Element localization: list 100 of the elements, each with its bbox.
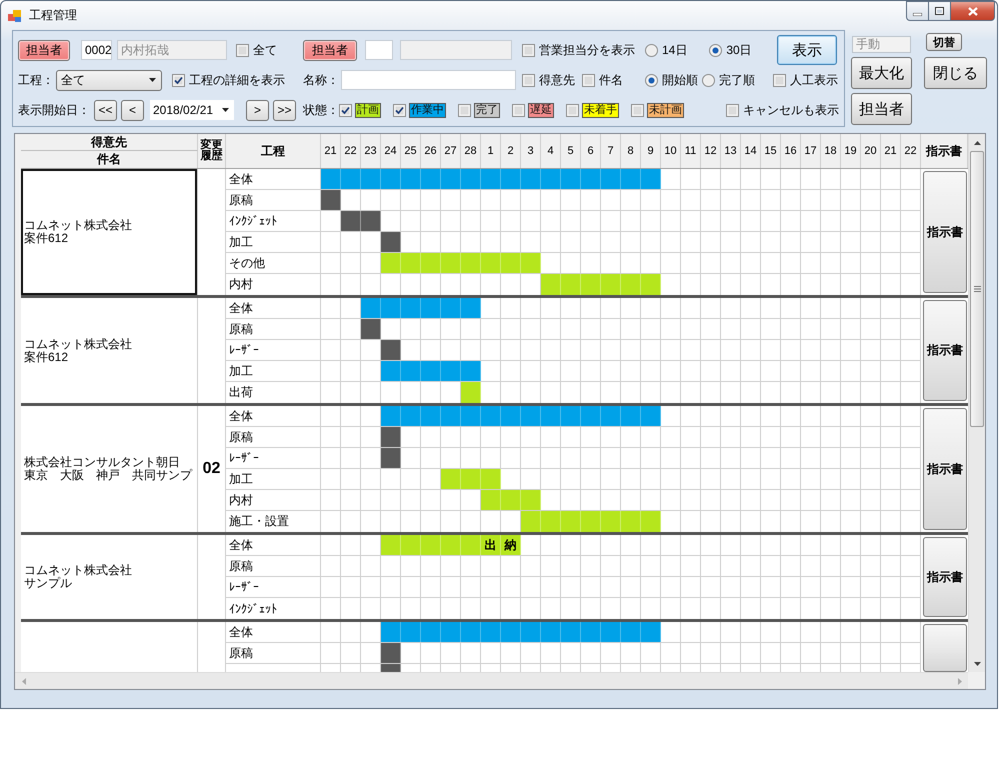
dropdown-arrow-icon bbox=[149, 78, 156, 82]
schedule-cell: 出 bbox=[481, 535, 501, 555]
checkbox-label: 得意先 bbox=[539, 72, 575, 88]
date-picker[interactable]: 2018/02/21 bbox=[150, 100, 234, 120]
checkbox-label: 件名 bbox=[599, 72, 623, 88]
process-cell: 全体 bbox=[226, 535, 321, 555]
checkbox[interactable] bbox=[726, 104, 739, 116]
customer-cell[interactable]: コムネット株式会社 案件612 bbox=[21, 298, 198, 403]
customer-name: 株式会社コンサルタント朝日 bbox=[24, 456, 181, 469]
input-field[interactable] bbox=[365, 40, 393, 60]
staff-code-field[interactable]: 0002 bbox=[81, 40, 112, 60]
customer-cell[interactable]: コムネット株式会社 サンプル bbox=[21, 535, 198, 619]
radio-button[interactable] bbox=[702, 74, 715, 86]
double-back-button[interactable]: << bbox=[94, 100, 117, 120]
radio-label: 開始順 bbox=[662, 72, 698, 88]
customer-name: コムネット株式会社 bbox=[24, 338, 133, 350]
name-input-field[interactable] bbox=[341, 70, 516, 90]
status-tag: 完了 bbox=[474, 102, 500, 118]
customer-name: コムネット株式会社 bbox=[24, 564, 133, 577]
horizontal-scrollbar[interactable] bbox=[15, 672, 968, 689]
forward-button[interactable]: > bbox=[246, 100, 269, 120]
right-arrow-icon bbox=[958, 678, 962, 684]
process-cell: 全体 bbox=[226, 406, 321, 426]
sales-staff-button[interactable]: 担当者 bbox=[303, 40, 357, 60]
process-cell: 全体 bbox=[226, 298, 321, 318]
app-icon bbox=[8, 8, 22, 22]
instruction-button[interactable]: 指示書 bbox=[923, 171, 967, 293]
dropdown-arrow-icon bbox=[222, 108, 229, 112]
minimize-button[interactable] bbox=[906, 1, 928, 21]
checkbox[interactable] bbox=[566, 104, 579, 116]
process-cell: 加工 bbox=[226, 361, 321, 381]
maximize-icon bbox=[935, 7, 944, 15]
mode-field: 手動 bbox=[852, 36, 911, 53]
radio-button[interactable] bbox=[709, 44, 722, 56]
checkbox-label: 人工表示 bbox=[790, 72, 838, 88]
process-cell: ｲﾝｸｼﾞｪｯﾄ bbox=[226, 211, 321, 231]
instruction-button[interactable]: 指示書 bbox=[923, 408, 967, 530]
window-title: 工程管理 bbox=[29, 7, 77, 24]
start-date-label: 表示開始日： bbox=[18, 102, 90, 118]
radio-button[interactable] bbox=[645, 74, 658, 86]
name-label: 名称： bbox=[303, 72, 339, 88]
checkbox[interactable] bbox=[522, 44, 535, 56]
maximize-button[interactable] bbox=[928, 1, 950, 21]
switch-button[interactable]: 切替 bbox=[926, 33, 962, 51]
radio-label: 完了順 bbox=[719, 72, 755, 88]
status-tag: 遅延 bbox=[528, 102, 554, 118]
checkbox[interactable] bbox=[512, 104, 525, 116]
minimize-icon bbox=[913, 12, 922, 16]
checkbox-label: 工程の詳細を表示 bbox=[189, 72, 285, 88]
checkbox[interactable] bbox=[393, 104, 406, 116]
status-tag: 作業中 bbox=[409, 102, 446, 118]
checkbox-label: キャンセルも表示 bbox=[743, 102, 839, 118]
vertical-scrollbar[interactable] bbox=[968, 134, 985, 672]
checkbox[interactable] bbox=[773, 74, 786, 86]
process-cell: ﾚｰｻﾞｰ bbox=[226, 577, 321, 597]
checkbox[interactable] bbox=[236, 44, 249, 56]
maximize-view-button[interactable]: 最大化 bbox=[851, 57, 912, 89]
close-window-button[interactable]: 閉じる bbox=[924, 57, 987, 89]
project-name: 案件612 bbox=[24, 232, 70, 245]
process-cell: ﾚｰｻﾞｰ bbox=[226, 448, 321, 468]
staff-button[interactable]: 担当者 bbox=[18, 40, 70, 60]
instruction-button[interactable]: 指示書 bbox=[923, 300, 967, 401]
close-icon bbox=[968, 6, 978, 16]
checkbox-label: 全て bbox=[253, 42, 277, 58]
checkbox[interactable] bbox=[522, 74, 535, 86]
checkbox[interactable] bbox=[631, 104, 644, 116]
scroll-thumb[interactable] bbox=[970, 151, 984, 427]
customer-cell[interactable]: コムネット株式会社 案件612 bbox=[21, 169, 198, 295]
process-cell: 原稿 bbox=[226, 556, 321, 576]
radio-button[interactable] bbox=[645, 44, 658, 56]
status-label: 状態： bbox=[303, 102, 339, 118]
checkbox[interactable] bbox=[339, 104, 352, 116]
checkbox[interactable] bbox=[458, 104, 471, 116]
show-button[interactable]: 表示 bbox=[777, 35, 837, 65]
back-button[interactable]: < bbox=[121, 100, 144, 120]
checkbox[interactable] bbox=[582, 74, 595, 86]
instruction-button[interactable]: 指示書 bbox=[923, 537, 967, 617]
process-cell: 原稿 bbox=[226, 319, 321, 339]
process-cell: 加工 bbox=[226, 469, 321, 489]
process-cell: ﾚｰｻﾞｰ bbox=[226, 340, 321, 360]
process-cell: 内村 bbox=[226, 274, 321, 295]
staff-list-button[interactable]: 担当者 bbox=[851, 93, 912, 125]
project-name: 案件612 bbox=[24, 350, 70, 364]
close-button[interactable] bbox=[950, 1, 995, 21]
column-header: 変更履歴 bbox=[198, 134, 226, 168]
column-header: 得意先 bbox=[21, 134, 198, 151]
double-forward-button[interactable]: >> bbox=[273, 100, 296, 120]
grip-icon bbox=[974, 286, 980, 292]
up-arrow-icon bbox=[974, 140, 980, 144]
process-cell: 原稿 bbox=[226, 427, 321, 447]
input-field[interactable] bbox=[400, 40, 512, 60]
status-tag: 計画 bbox=[355, 102, 381, 118]
process-cell: 全体 bbox=[226, 622, 321, 642]
checkbox[interactable] bbox=[172, 74, 185, 86]
customer-cell[interactable]: 株式会社コンサルタント朝日 東京 大阪 神戸 共同サンプ bbox=[21, 406, 198, 532]
process-dropdown[interactable]: 全て bbox=[56, 70, 162, 90]
process-cell: 加工 bbox=[226, 232, 321, 252]
instruction-button[interactable] bbox=[923, 624, 967, 672]
checkbox-label: 営業担当分を表示 bbox=[539, 42, 635, 58]
process-cell: 原稿 bbox=[226, 643, 321, 663]
